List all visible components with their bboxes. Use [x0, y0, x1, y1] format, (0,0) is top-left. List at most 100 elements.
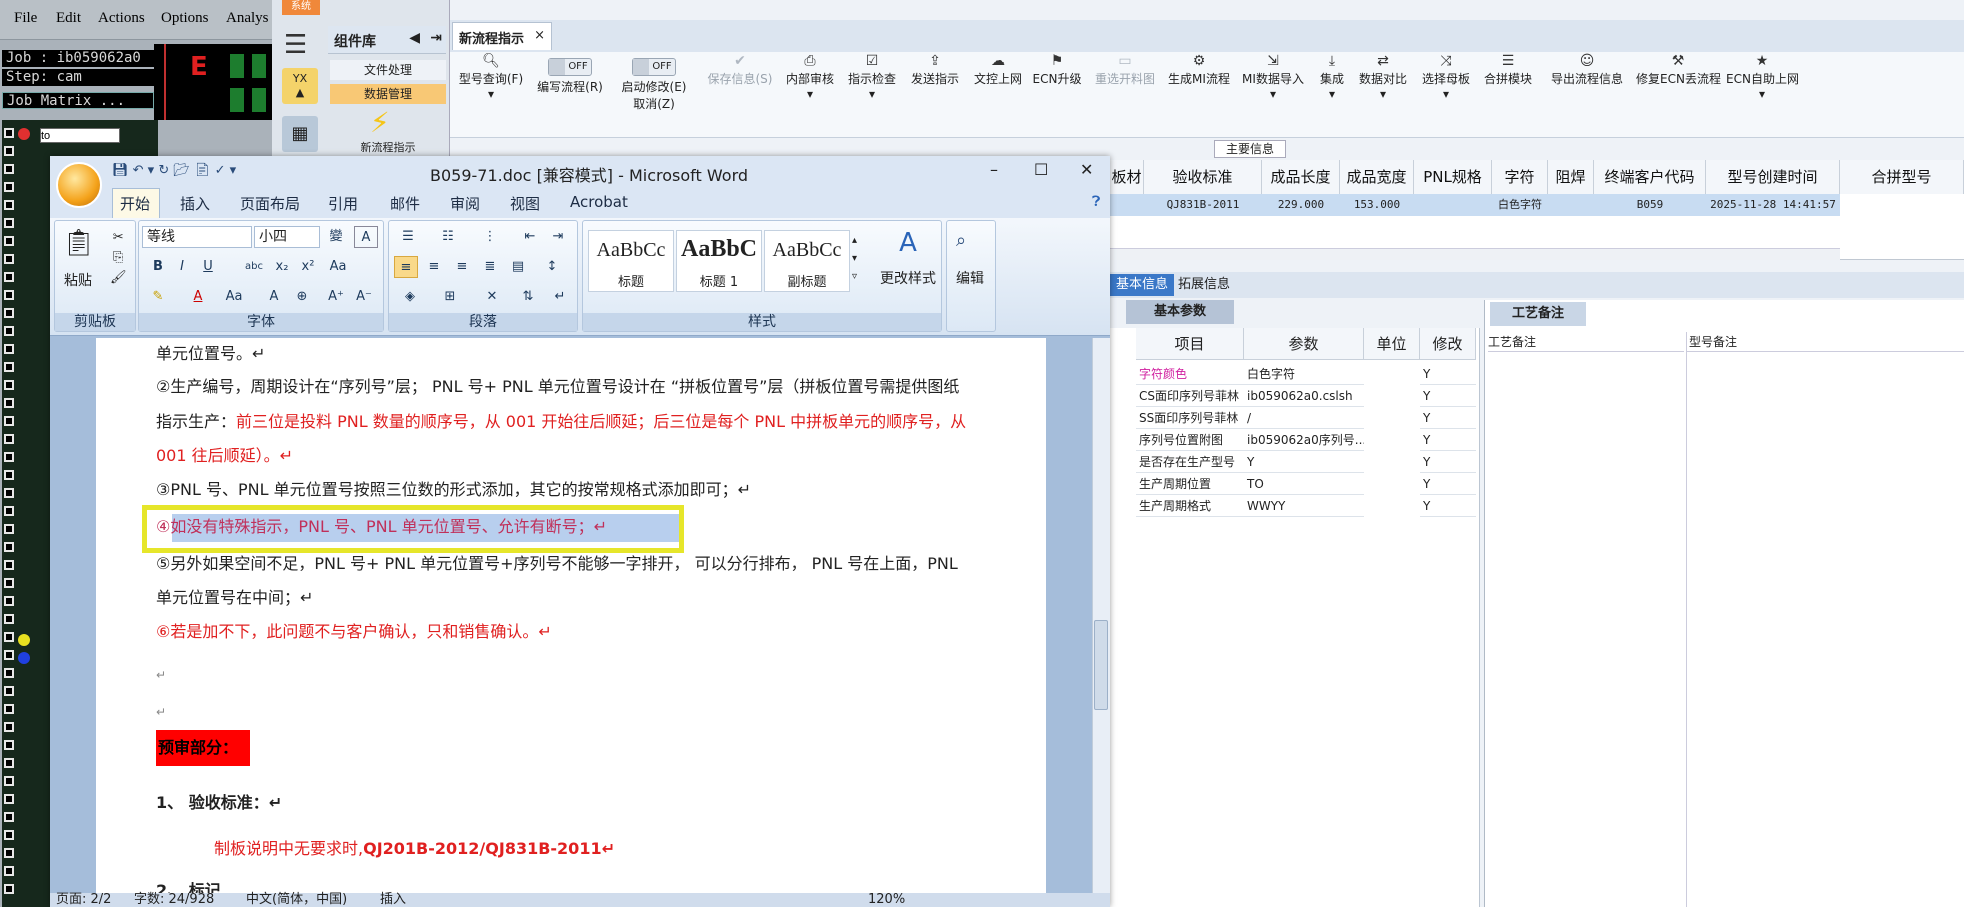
paste-button[interactable]: 粘贴 [64, 270, 92, 290]
col-header[interactable]: 成品长度 [1262, 160, 1340, 194]
check-button[interactable]: ☑ 指示检查 ▾ [844, 52, 900, 124]
query-button[interactable]: 🔍︎ 型号查询(F) ▾ [458, 52, 524, 124]
sort-icon[interactable]: ⇅ [516, 286, 540, 308]
scroll-thumb[interactable] [1094, 620, 1108, 710]
change-case-icon[interactable]: Aa [222, 286, 246, 308]
language[interactable]: 中文(简体，中国) [246, 893, 347, 907]
word-count[interactable]: 字数: 24/928 [134, 893, 214, 907]
nav-item-data[interactable]: 数据管理 [330, 84, 446, 104]
maximize-icon[interactable]: ☐ [1034, 160, 1048, 179]
styles-scroll-icon[interactable]: ▴ ▾ ▿ [852, 232, 857, 286]
tab-insert[interactable]: 插入 [180, 193, 210, 214]
col-header[interactable]: 终端客户代码 [1594, 160, 1706, 194]
insert-mode[interactable]: 插入 [380, 893, 406, 907]
font-color-icon[interactable]: A [186, 286, 210, 308]
toggle-switch[interactable]: OFF [632, 58, 676, 76]
write-flow-button[interactable]: OFF 编写流程(R) [532, 52, 608, 124]
highlight-icon[interactable]: ✎ [146, 286, 170, 308]
font-name-select[interactable]: 等线 [142, 226, 252, 248]
numbering-icon[interactable]: ☷ [436, 226, 460, 248]
decrease-indent-icon[interactable]: ⇤ [518, 226, 542, 248]
col-header[interactable]: 验收标准 [1144, 160, 1262, 194]
tab-mailings[interactable]: 邮件 [390, 193, 420, 214]
toggle-switch[interactable]: OFF [548, 58, 592, 76]
char-border-icon[interactable]: A [354, 226, 378, 248]
export-button[interactable]: ☺ 导出流程信息 [1544, 52, 1630, 124]
tab-view[interactable]: 视图 [510, 193, 540, 214]
font-size-select[interactable]: 小四 [254, 226, 320, 248]
zoom-level[interactable]: 120% [868, 893, 905, 907]
menu-actions[interactable]: Actions [98, 10, 145, 27]
close-icon[interactable]: × [534, 28, 545, 43]
save-button[interactable]: ✔ 保存信息(S) [702, 52, 778, 124]
menu-options[interactable]: Options [161, 10, 209, 27]
tab-process-notes[interactable]: 工艺备注 [1490, 302, 1586, 326]
edit-button[interactable]: 编辑 [956, 268, 984, 288]
param-value[interactable]: Y [1244, 451, 1364, 473]
horizontal-scrollbar[interactable] [1110, 248, 1840, 260]
bullets-icon[interactable]: ☰ [396, 226, 420, 248]
ecn-self-button[interactable]: ★ ECN自助上网 ▾ [1726, 52, 1799, 124]
logout-icon[interactable]: ⇥ [430, 30, 442, 46]
show-marks-icon[interactable]: ↵ [548, 286, 572, 308]
gen-mi-button[interactable]: ⚙ 生成MI流程 [1166, 52, 1232, 124]
merge-button[interactable]: ☰ 合拼模块 [1480, 52, 1536, 124]
menu-edit[interactable]: Edit [56, 10, 81, 27]
menu-analysis[interactable]: Analys [226, 10, 269, 27]
page-count[interactable]: 页面: 2/2 [56, 893, 111, 907]
send-button[interactable]: ⇪ 发送指示 [906, 52, 964, 124]
style-title[interactable]: AaBbCc 标题 [588, 230, 674, 292]
subscript-icon[interactable]: x₂ [270, 256, 294, 278]
change-styles-button[interactable]: 更改样式 [872, 268, 944, 288]
col-header[interactable]: 阻焊 [1548, 160, 1594, 194]
italic-icon[interactable]: I [170, 256, 194, 278]
param-value[interactable]: 白色字符 [1244, 363, 1364, 385]
underline-icon[interactable]: U [196, 256, 220, 278]
tab-acrobat[interactable]: Acrobat [570, 193, 628, 211]
tab-new-flow[interactable]: 新流程指示 × [452, 22, 552, 50]
param-value[interactable]: ib059062a0.cslsh [1244, 385, 1364, 407]
mi-import-button[interactable]: ⇲ MI数据导入 ▾ [1240, 52, 1306, 124]
char-shading-icon[interactable]: A [262, 286, 286, 308]
nav-item-file[interactable]: 文件处理 [330, 60, 446, 80]
yx-module-icon[interactable]: YX ▲ [282, 68, 318, 104]
chevron-left-icon[interactable]: ◀ [409, 30, 420, 46]
vertical-scrollbar[interactable] [1092, 338, 1110, 893]
param-value[interactable]: TO [1244, 473, 1364, 495]
grow-font-icon[interactable]: A⁺ [324, 286, 348, 308]
distribute-icon[interactable]: ▤ [506, 256, 530, 278]
ecn-upgrade-button[interactable]: ⚑ ECN升级 [1032, 52, 1082, 124]
col-header[interactable]: 成品宽度 [1340, 160, 1414, 194]
internal-review-button[interactable]: ⎙ 内部审核 ▾ [782, 52, 838, 124]
start-edit-button[interactable]: OFF 启动修改(E) 取消(Z) [614, 52, 694, 124]
clear-format-icon[interactable]: Aa [326, 256, 350, 278]
office-button[interactable] [56, 162, 102, 208]
minimize-icon[interactable]: – [990, 160, 998, 179]
reselect-button[interactable]: ▭ 重选开料图 [1090, 52, 1160, 124]
enclose-char-icon[interactable]: ⊕ [290, 286, 314, 308]
col-header[interactable]: 合拼型号 [1840, 160, 1964, 194]
tab-basic-info[interactable]: 基本信息 [1110, 274, 1175, 296]
align-right-icon[interactable]: ≡ [450, 256, 474, 278]
tab-layout[interactable]: 页面布局 [240, 193, 300, 214]
col-header[interactable]: 型号创建时间 [1706, 160, 1840, 194]
shrink-font-icon[interactable]: A⁻ [352, 286, 376, 308]
bold-icon[interactable]: B [146, 256, 170, 278]
increase-indent-icon[interactable]: ⇥ [546, 226, 570, 248]
close-icon[interactable]: ✕ [1080, 160, 1093, 179]
system-tab[interactable]: 系统 [282, 0, 320, 15]
compare-button[interactable]: ⇄ 数据对比 ▾ [1356, 52, 1410, 124]
calculator-icon[interactable]: ▦ [282, 116, 318, 152]
repair-ecn-button[interactable]: ⚒ 修复ECN丢流程 [1636, 52, 1721, 124]
doc-online-button[interactable]: ☁ 文控上网 [970, 52, 1026, 124]
job-matrix-button[interactable]: Job Matrix ... [2, 92, 154, 109]
justify-icon[interactable]: ≣ [478, 256, 502, 278]
superscript-icon[interactable]: x² [296, 256, 320, 278]
param-value[interactable]: WWYY [1244, 495, 1364, 517]
align-left-icon[interactable]: ≡ [394, 256, 418, 278]
multilevel-icon[interactable]: ⋮ [478, 226, 502, 248]
chinese-layout-icon[interactable]: ✕ [480, 286, 504, 308]
layer-filter-input[interactable] [40, 128, 120, 143]
shading-icon[interactable]: ◈ [398, 286, 422, 308]
strikethrough-icon[interactable]: abc [242, 256, 266, 278]
